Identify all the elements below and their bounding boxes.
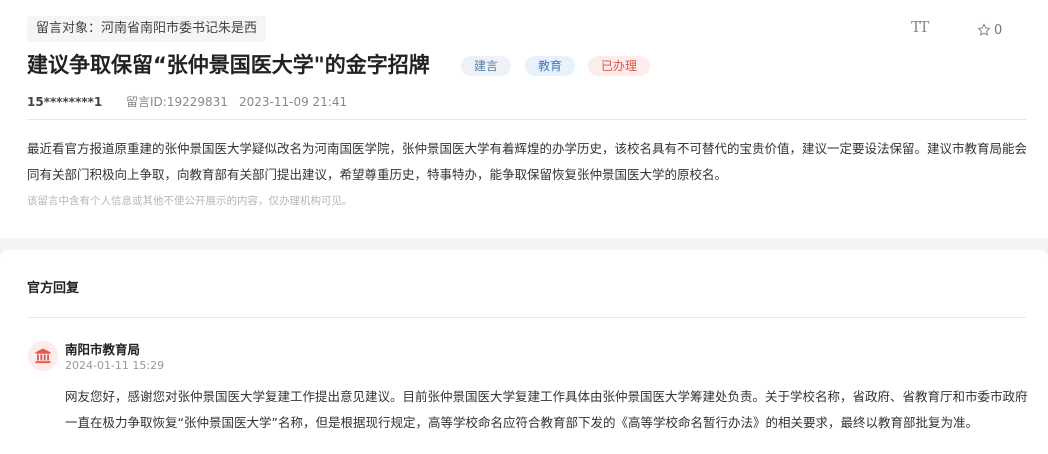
category-badge-suggest: 建言 bbox=[461, 56, 512, 76]
message-date: 2023-11-09 21:41 bbox=[239, 95, 348, 109]
font-size-icon[interactable]: TT bbox=[911, 18, 929, 36]
status-badge: 已办理 bbox=[588, 56, 651, 76]
privacy-note: 该留言中含有个人信息或其他不便公开展示的内容，仅办理机构可见。 bbox=[27, 195, 353, 207]
reply-org-name: 南阳市教育局 bbox=[65, 342, 141, 357]
message-target-tag: 留言对象：河南省南阳市委书记朱是西 bbox=[27, 16, 267, 42]
category-badge-education: 教育 bbox=[525, 56, 576, 76]
message-content: 最近看官方报道原重建的张仲景国医大学疑似改名为河南国医学院，张仲景国医大学有着辉… bbox=[27, 141, 1028, 182]
message-user: 15********1 bbox=[27, 95, 103, 109]
message-card: 留言对象：河南省南阳市委书记朱是西 TT 0 建议争取保留“张仲景国医大学"的金… bbox=[0, 0, 1048, 238]
favorite-count: 0 bbox=[994, 22, 1003, 38]
reply-avatar bbox=[28, 341, 58, 371]
divider bbox=[27, 317, 1026, 318]
government-building-icon bbox=[35, 348, 51, 364]
message-id: 留言ID:19229831 bbox=[126, 95, 228, 109]
reply-section-title: 官方回复 bbox=[27, 281, 80, 296]
divider bbox=[27, 119, 1026, 120]
star-icon bbox=[977, 23, 991, 36]
reply-date: 2024-01-11 15:29 bbox=[65, 359, 165, 372]
favorite-button[interactable]: 0 bbox=[977, 20, 1002, 40]
message-title: 建议争取保留“张仲景国医大学"的金字招牌 bbox=[27, 53, 430, 77]
reply-content: 网友您好，感谢您对张仲景国医大学复建工作提出意见建议。目前张仲景国医大学复建工作… bbox=[65, 389, 1028, 430]
